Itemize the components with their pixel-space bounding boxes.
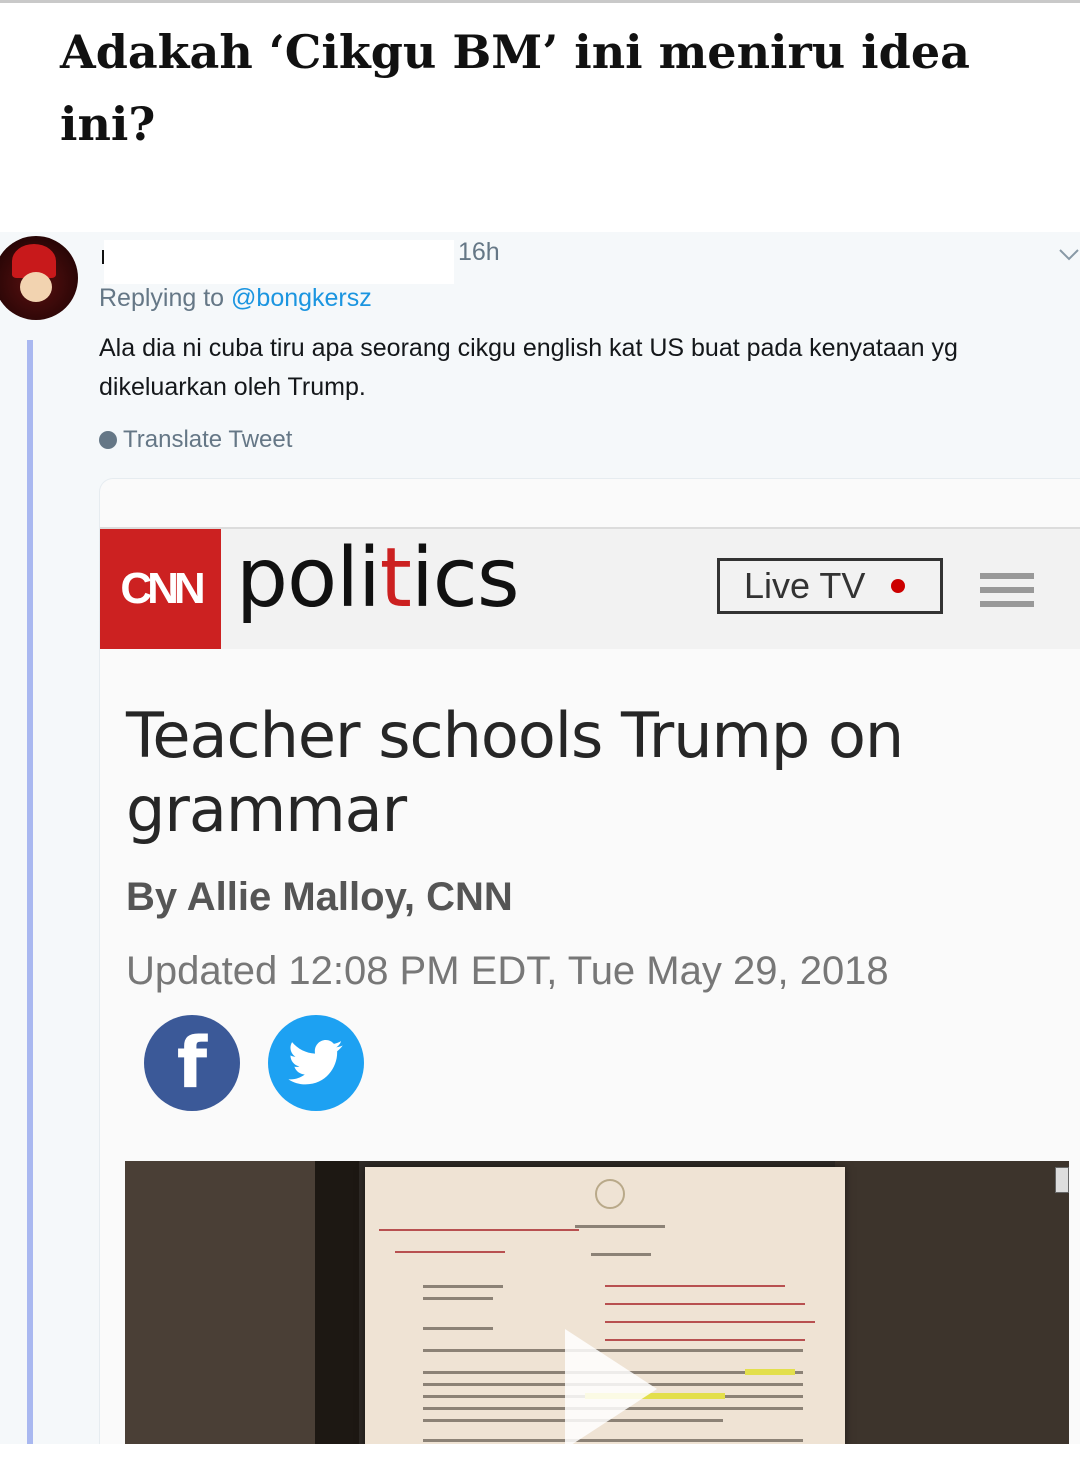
cnn-logo: CNN bbox=[100, 529, 221, 649]
politics-section-label: politics bbox=[236, 531, 520, 626]
redacted-user-name bbox=[104, 240, 454, 284]
live-dot-icon bbox=[891, 579, 906, 593]
tweet-text: Ala dia ni cuba tiru apa seorang cikgu e… bbox=[99, 334, 958, 401]
tweet-timestamp[interactable]: 16h bbox=[458, 238, 500, 267]
globe-icon bbox=[99, 431, 117, 449]
seal-icon bbox=[595, 1179, 625, 1209]
chevron-down-icon[interactable] bbox=[1058, 242, 1080, 268]
avatar-face bbox=[20, 272, 52, 302]
menu-icon bbox=[980, 573, 1034, 615]
twitter-icon bbox=[268, 1015, 364, 1111]
thread-line bbox=[27, 340, 33, 1444]
video-background-right bbox=[835, 1161, 1069, 1444]
avatar[interactable] bbox=[0, 236, 78, 320]
facebook-icon: f bbox=[144, 1015, 240, 1111]
politics-accent: t bbox=[379, 531, 412, 626]
top-divider bbox=[0, 0, 1080, 3]
live-tv-button: Live TV bbox=[717, 558, 943, 614]
embedded-image-card[interactable]: CNN politics Live TV Teacher schools Tru… bbox=[99, 478, 1080, 1444]
updated-timestamp: Updated 12:08 PM EDT, Tue May 29, 2018 bbox=[126, 949, 889, 993]
translate-tweet-label: Translate Tweet bbox=[123, 426, 293, 453]
replying-to-handle-link[interactable]: @bongkersz bbox=[231, 284, 372, 312]
article-title: Adakah ‘Cikgu BM’ ini meniru idea ini? bbox=[60, 25, 970, 151]
byline: By Allie Malloy, CNN bbox=[126, 875, 513, 919]
live-tv-label: Live TV bbox=[744, 565, 866, 606]
replying-to: Replying to @bongkersz bbox=[99, 284, 372, 313]
video-frame-edge bbox=[315, 1161, 359, 1444]
translate-tweet-button[interactable]: Translate Tweet bbox=[99, 426, 292, 454]
cnn-header: CNN politics Live TV bbox=[100, 527, 1080, 649]
play-icon bbox=[565, 1329, 657, 1444]
facebook-glyph: f bbox=[176, 1022, 208, 1104]
article-headline: Teacher schools Trump on grammar bbox=[126, 699, 904, 846]
video-thumbnail bbox=[125, 1161, 1069, 1444]
tweet[interactable]: 16h Replying to @bongkersz Ala dia ni cu… bbox=[0, 232, 1080, 1444]
cnn-watermark bbox=[1055, 1167, 1069, 1193]
replying-to-prefix: Replying to bbox=[99, 284, 232, 312]
